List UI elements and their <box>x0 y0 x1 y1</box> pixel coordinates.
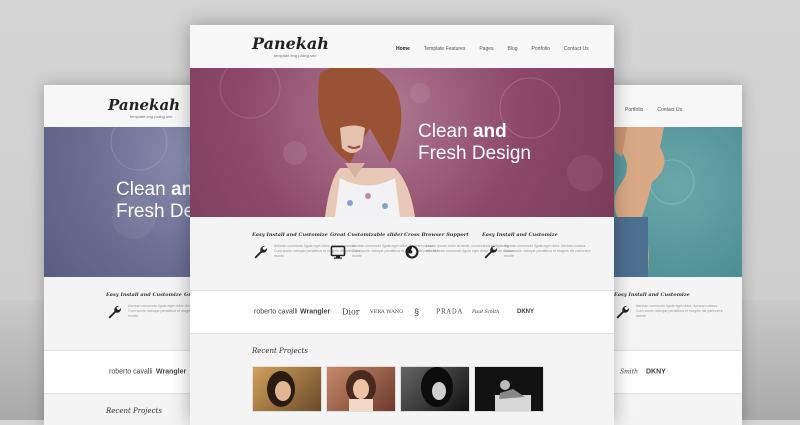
main-nav: Home Template Features Pages Blog Portfo… <box>396 46 589 52</box>
brand-logo-bar: roberto cavalli Wrangler Dior VERA WANG … <box>190 290 614 334</box>
site-header: Panekah template.eng.paling.see Home Tem… <box>190 25 614 68</box>
wrench-icon <box>108 305 122 319</box>
wrench-icon <box>484 245 498 259</box>
brand-logo: VERA WANG <box>370 309 404 315</box>
left-logo: Panekah <box>108 96 181 114</box>
left-recent-projects-heading: Recent Projects <box>106 407 162 415</box>
right-feature-title: Easy Install and Customize <box>614 292 690 298</box>
nav-blog[interactable]: Blog <box>508 46 518 52</box>
feature-body: Aenean commodo ligula eget dolor. Aenean… <box>504 244 591 258</box>
left-brand-logo: Wrangler <box>156 368 187 376</box>
nav-portfolio[interactable]: Portfolio <box>625 107 643 113</box>
firefox-icon <box>405 245 419 259</box>
nav-contact-us[interactable]: Contact Us <box>564 46 589 52</box>
site-logo[interactable]: Panekah <box>252 34 329 53</box>
project-thumbnail[interactable] <box>400 366 470 412</box>
main-template-preview: Panekah template.eng.paling.see Home Tem… <box>190 25 614 425</box>
brand-logo: roberto cavalli <box>254 308 298 316</box>
hero-slider[interactable]: Clean and Fresh Design <box>190 68 614 217</box>
nav-template-features[interactable]: Template Features <box>424 46 465 52</box>
left-tagline: template.eng.paling.see <box>130 114 173 119</box>
site-tagline: template.eng.paling.see <box>274 53 317 58</box>
monitor-icon <box>330 245 346 259</box>
brand-logo: Wrangler <box>300 308 331 316</box>
feature-title: Easy Install and Customize <box>482 232 558 238</box>
nav-contact-us[interactable]: Contact Us <box>657 107 682 113</box>
hero-title: Clean and Fresh Design <box>418 121 531 164</box>
project-thumbnail-image <box>421 367 453 407</box>
recent-projects-heading: Recent Projects <box>252 347 308 355</box>
left-brand-logo: roberto cavalli <box>109 368 153 376</box>
wrench-icon <box>616 305 630 319</box>
nav-pages[interactable]: Pages <box>479 46 493 52</box>
project-thumbnail[interactable] <box>326 366 396 412</box>
right-feature-block: Easy Install and Customize Aenean commod… <box>614 292 724 320</box>
wrench-icon <box>254 245 268 259</box>
project-thumbnail-image <box>495 380 531 411</box>
right-feature-body: Aenean commodo ligula eget dolor. Aenean… <box>636 304 723 318</box>
right-brand-logo: DKNY <box>646 368 666 376</box>
brand-logo: Dior <box>342 307 360 317</box>
project-thumbnail-image <box>267 371 295 407</box>
right-brand-logo: Smith <box>620 368 638 376</box>
project-thumbnail[interactable] <box>252 366 322 412</box>
nav-home[interactable]: Home <box>396 46 410 52</box>
brand-logo: § <box>414 307 420 317</box>
brand-logo: PRADA <box>436 308 464 316</box>
project-thumbnail-image <box>346 370 376 411</box>
right-main-nav: Portfolio Contact Us <box>625 107 682 113</box>
project-thumbnail[interactable] <box>474 366 544 412</box>
feature-block: Easy Install and Customize Aenean commod… <box>482 232 592 260</box>
nav-portfolio[interactable]: Portfolio <box>532 46 550 52</box>
hero-photo <box>219 68 603 217</box>
brand-logo: DKNY <box>517 309 535 315</box>
brand-logo: Paul Smith <box>472 309 500 315</box>
